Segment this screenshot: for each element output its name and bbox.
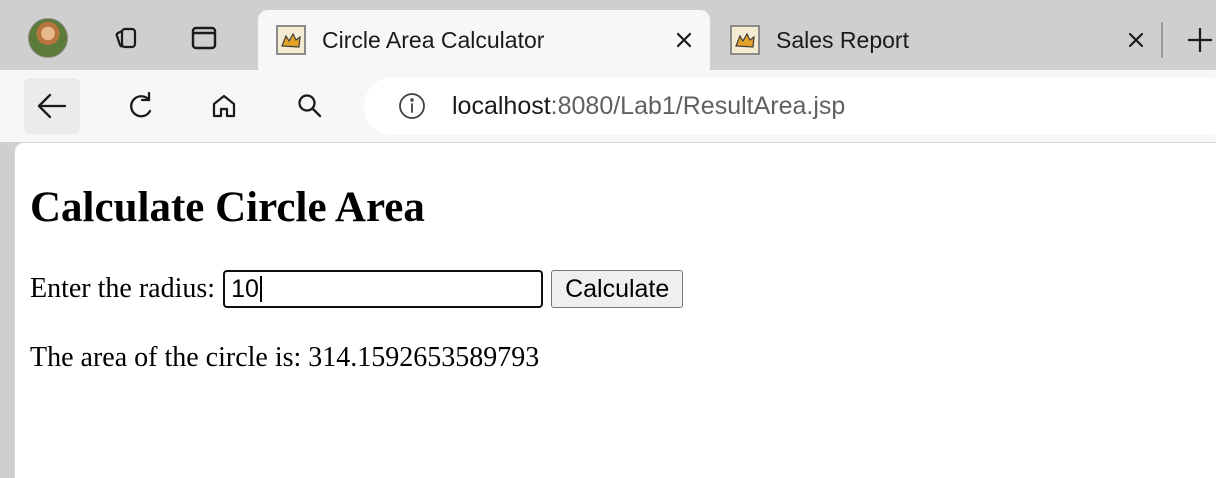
page-title: Calculate Circle Area xyxy=(30,184,425,231)
calculate-button[interactable]: Calculate xyxy=(551,270,684,308)
collections-button[interactable] xyxy=(102,14,150,62)
page-content: Calculate Circle Area Enter the radius: … xyxy=(14,142,1216,478)
profile-avatar[interactable] xyxy=(24,14,72,62)
tab-close-button[interactable] xyxy=(664,20,704,60)
close-icon xyxy=(676,32,692,48)
tab-circle-area[interactable]: Circle Area Calculator xyxy=(258,10,710,70)
search-icon xyxy=(298,94,322,118)
back-button[interactable] xyxy=(24,78,80,134)
radius-form: Enter the radius: 10 Calculate xyxy=(30,269,684,309)
tab-separator xyxy=(1161,22,1163,58)
tab-close-button[interactable] xyxy=(1116,20,1156,60)
tab-title: Circle Area Calculator xyxy=(322,26,545,53)
radius-value: 10 xyxy=(231,274,259,303)
browser-toolbar: localhost:8080/Lab1/ResultArea.jsp xyxy=(0,70,1216,142)
browser-window: Circle Area Calculator Sales Report loca… xyxy=(0,0,1216,478)
new-tab-button[interactable] xyxy=(1176,16,1216,64)
arrow-left-icon xyxy=(37,93,67,119)
home-icon xyxy=(212,94,236,118)
search-button[interactable] xyxy=(282,78,338,134)
info-icon[interactable] xyxy=(392,86,432,126)
refresh-icon xyxy=(130,91,152,118)
tab-actions-button[interactable] xyxy=(180,14,228,62)
plus-icon xyxy=(1187,27,1213,53)
radius-input[interactable]: 10 xyxy=(223,270,544,308)
tab-actions-icon xyxy=(191,26,217,50)
collections-icon xyxy=(115,27,137,49)
tab-title: Sales Report xyxy=(776,26,909,53)
radius-label: Enter the radius: xyxy=(30,273,216,304)
home-button[interactable] xyxy=(196,78,252,134)
close-icon xyxy=(1128,32,1144,48)
tomcat-icon xyxy=(276,25,306,55)
result-text: The area of the circle is: 314.159265358… xyxy=(30,342,540,373)
tomcat-icon xyxy=(730,25,760,55)
avatar xyxy=(28,18,68,58)
text-caret xyxy=(259,276,262,302)
address-bar[interactable]: localhost:8080/Lab1/ResultArea.jsp xyxy=(364,77,1216,135)
url-path: :8080/Lab1/ResultArea.jsp xyxy=(550,91,846,120)
url-host: localhost xyxy=(452,91,551,120)
refresh-button[interactable] xyxy=(114,78,170,134)
tab-strip: Circle Area Calculator Sales Report xyxy=(0,0,1216,70)
tab-sales-report[interactable]: Sales Report xyxy=(712,10,1162,70)
